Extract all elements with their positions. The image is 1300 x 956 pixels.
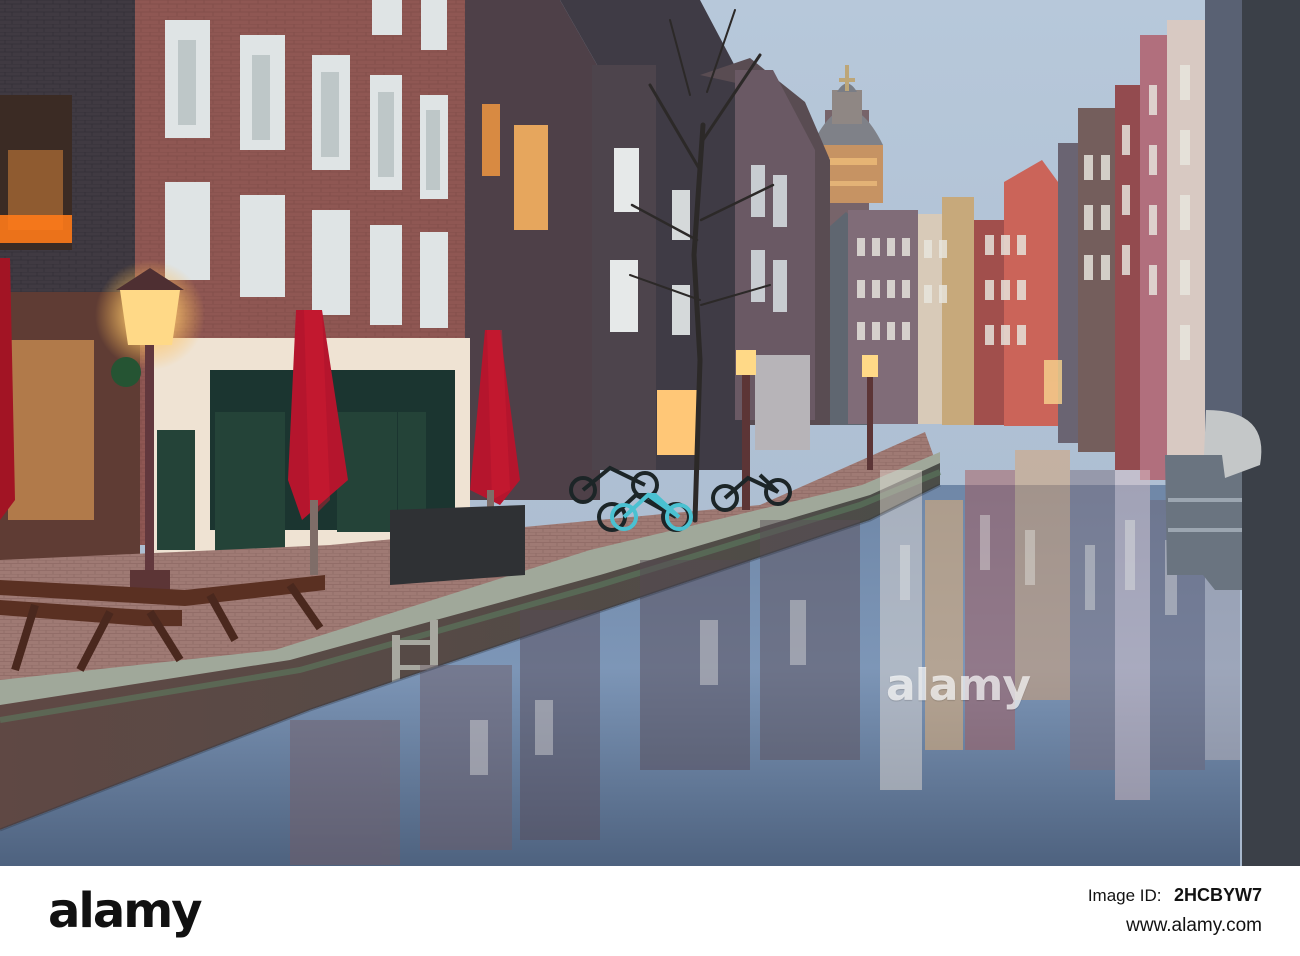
stock-website: www.alamy.com bbox=[1126, 915, 1262, 936]
image-id-value: 2HCBYW7 bbox=[1173, 885, 1262, 905]
alamy-logo: alamy bbox=[48, 883, 203, 939]
amsterdam-canal-photo: alamy bbox=[0, 0, 1300, 866]
image-metadata: Image ID: 2HCBYW7 www.alamy.com bbox=[922, 884, 1262, 940]
image-id-label: Image ID: bbox=[1087, 886, 1162, 905]
canal-scene-illustration bbox=[0, 0, 1300, 866]
stock-photo-frame: alamy alamy Image ID: 2HCBYW7 www.alamy.… bbox=[0, 0, 1300, 956]
stock-footer-bar: alamy Image ID: 2HCBYW7 www.alamy.com bbox=[0, 866, 1300, 956]
